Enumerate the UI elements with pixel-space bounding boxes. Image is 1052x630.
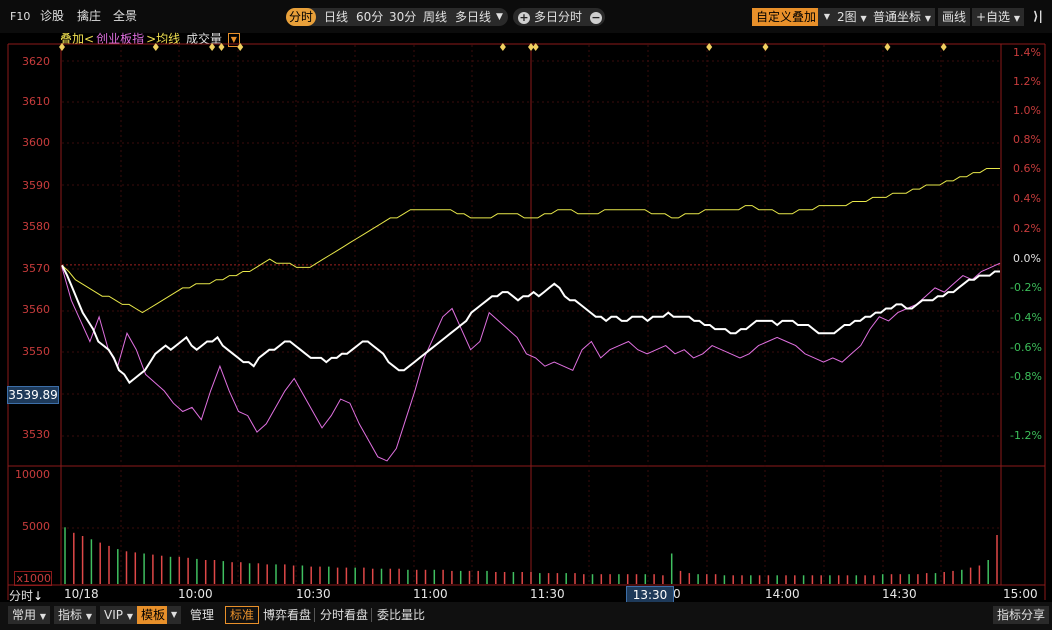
tab-vip[interactable]: VIP ▼ bbox=[100, 606, 137, 624]
pct-tick: -0.2% bbox=[1010, 281, 1042, 294]
tab-indicator[interactable]: 指标 ▼ bbox=[54, 606, 96, 624]
price-tick: 3600 bbox=[22, 136, 50, 149]
volume-unit: x1000 bbox=[14, 571, 52, 586]
pct-tick: 0.4% bbox=[1013, 192, 1041, 205]
pct-tick: 1.0% bbox=[1013, 104, 1041, 117]
tab-bid-ratio[interactable]: 委比量比 bbox=[373, 606, 429, 624]
tab-minute-view[interactable]: 分时看盘 bbox=[316, 606, 372, 624]
pct-tick: 1.2% bbox=[1013, 75, 1041, 88]
pct-tick: -0.8% bbox=[1010, 370, 1042, 383]
cursor-price-label: 3539.89 bbox=[7, 386, 59, 404]
indicator-share-button[interactable]: 指标分享 bbox=[993, 606, 1050, 624]
tab-common[interactable]: 常用 ▼ bbox=[8, 606, 50, 624]
chart-grid bbox=[62, 45, 1000, 584]
tab-divider bbox=[314, 608, 315, 622]
volume-tick: 10000 bbox=[15, 468, 50, 481]
time-tick: 14:00 bbox=[765, 587, 800, 601]
price-tick: 3530 bbox=[22, 428, 50, 441]
pct-tick: 0.2% bbox=[1013, 222, 1041, 235]
price-tick: 3560 bbox=[22, 303, 50, 316]
price-tick: 3590 bbox=[22, 179, 50, 192]
time-tick: 11:30 bbox=[530, 587, 565, 601]
price-tick: 3610 bbox=[22, 95, 50, 108]
pct-tick: -0.6% bbox=[1010, 341, 1042, 354]
tab-divider bbox=[371, 608, 372, 622]
time-tick: 10:00 bbox=[178, 587, 213, 601]
price-tick: 3580 bbox=[22, 220, 50, 233]
price-tick: 3570 bbox=[22, 262, 50, 275]
bottom-tab-bar: 常用 ▼ 指标 ▼ VIP ▼ 模板 ▼ 管理 标准 博弈看盘 分时看盘 委比量… bbox=[0, 602, 1052, 630]
time-tick: 15:00 bbox=[1003, 587, 1038, 601]
pct-tick: -0.4% bbox=[1010, 311, 1042, 324]
arrow-down-icon[interactable]: ↓ bbox=[33, 589, 43, 603]
tab-standard[interactable]: 标准 bbox=[225, 606, 260, 624]
chevron-down-icon: ▼ bbox=[39, 612, 46, 621]
time-tick: 0 bbox=[673, 587, 681, 601]
pct-tick: 0.8% bbox=[1013, 133, 1041, 146]
chevron-down-icon: ▼ bbox=[126, 612, 133, 621]
time-tick: 11:00 bbox=[413, 587, 448, 601]
chevron-down-icon: ▼ bbox=[85, 612, 92, 621]
tab-template[interactable]: 模板 bbox=[137, 606, 170, 624]
time-tick: 10/18 bbox=[64, 587, 99, 601]
time-tick: 10:30 bbox=[296, 587, 331, 601]
time-tick: 14:30 bbox=[882, 587, 917, 601]
tab-manage[interactable]: 管理 bbox=[186, 606, 218, 624]
pct-tick: 1.4% bbox=[1013, 46, 1041, 59]
price-tick: 3620 bbox=[22, 55, 50, 68]
pct-tick: 0.0% bbox=[1013, 252, 1041, 265]
volume-tick: 5000 bbox=[22, 520, 50, 533]
price-tick: 3550 bbox=[22, 345, 50, 358]
intraday-chart[interactable] bbox=[0, 0, 1052, 630]
tab-game-view[interactable]: 博弈看盘 bbox=[259, 606, 315, 624]
pct-tick: -1.2% bbox=[1010, 429, 1042, 442]
chevron-down-icon[interactable]: ▼ bbox=[167, 606, 181, 624]
pct-tick: 0.6% bbox=[1013, 162, 1041, 175]
